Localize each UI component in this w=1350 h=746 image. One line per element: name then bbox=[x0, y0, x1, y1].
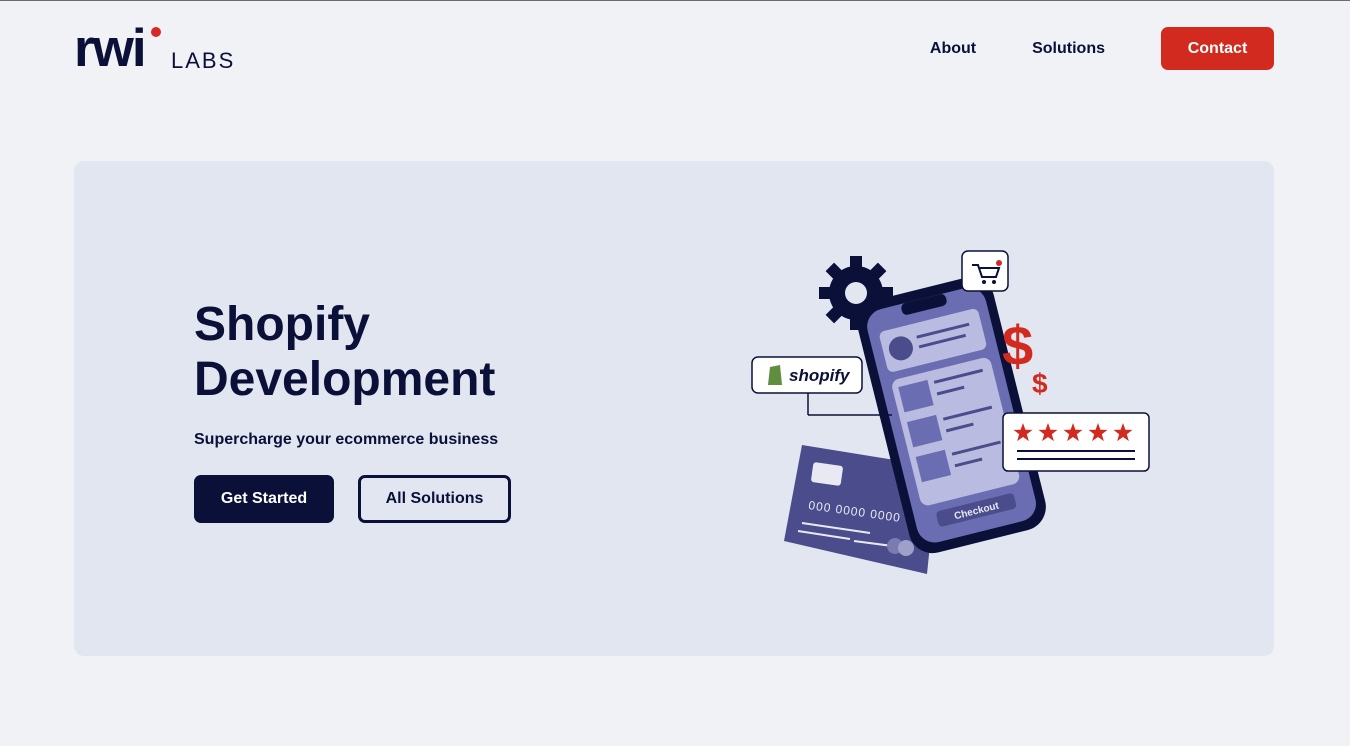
hero-title: Shopify Development bbox=[194, 298, 496, 406]
logo-subtext: LABS bbox=[171, 48, 236, 73]
hero-text: Shopify Development Supercharge your eco… bbox=[194, 297, 534, 523]
svg-text:$: $ bbox=[1002, 314, 1033, 377]
all-solutions-button[interactable]: All Solutions bbox=[358, 475, 511, 523]
nav-link-about[interactable]: About bbox=[930, 40, 976, 58]
hero-buttons: Get Started All Solutions bbox=[194, 475, 534, 523]
hero-section: Shopify Development Supercharge your eco… bbox=[74, 161, 1274, 656]
logo-dot bbox=[151, 27, 161, 37]
contact-button[interactable]: Contact bbox=[1161, 27, 1274, 70]
ecommerce-illustration: 000 0000 0000 Checkout $ $ shopify bbox=[751, 250, 1150, 574]
svg-text:$: $ bbox=[1032, 368, 1048, 399]
hero-subtitle: Supercharge your ecommerce business bbox=[194, 431, 499, 448]
get-started-button[interactable]: Get Started bbox=[194, 475, 334, 523]
main-nav: About Solutions Contact bbox=[930, 27, 1274, 70]
shopify-logo-text: shopify bbox=[789, 366, 851, 385]
rating-card bbox=[1002, 412, 1150, 472]
site-header: rwi LABS About Solutions Contact bbox=[0, 1, 1350, 101]
nav-link-solutions[interactable]: Solutions bbox=[1032, 40, 1105, 58]
cart-icon bbox=[961, 250, 1009, 292]
logo[interactable]: rwi LABS bbox=[74, 19, 244, 78]
logo-wordmark: rwi bbox=[74, 19, 147, 78]
